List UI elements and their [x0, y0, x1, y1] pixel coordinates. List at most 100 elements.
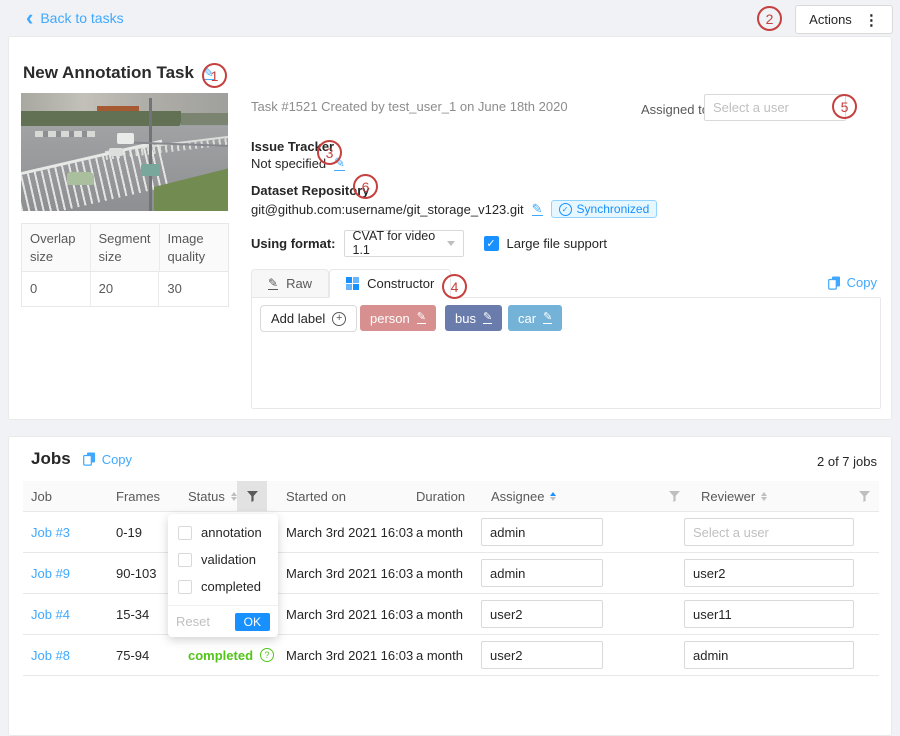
- more-vertical-icon: ⋮: [864, 11, 879, 29]
- assigned-to-label: Assigned to: [641, 102, 709, 117]
- label-chip-car[interactable]: car ✎: [508, 305, 562, 331]
- dataset-repository-row: git@github.com:username/git_storage_v123…: [251, 200, 657, 218]
- tab-constructor[interactable]: Constructor: [329, 269, 451, 298]
- reviewer-input[interactable]: [684, 518, 854, 546]
- chevron-left-icon: ‹: [26, 11, 33, 25]
- tab-constructor-label: Constructor: [367, 276, 434, 291]
- filter-option-validation[interactable]: validation: [168, 546, 278, 573]
- distant-cars: [35, 131, 95, 137]
- back-to-tasks-link[interactable]: ‹ Back to tasks: [26, 10, 124, 26]
- col-assignee[interactable]: Assignee: [491, 481, 556, 511]
- sort-status-icon[interactable]: [231, 492, 237, 501]
- tab-raw-label: Raw: [286, 276, 312, 291]
- actions-button[interactable]: Actions ⋮: [795, 5, 893, 34]
- copy-jobs-label: Copy: [102, 452, 132, 467]
- sort-assignee-icon[interactable]: [550, 492, 556, 501]
- assignee-filter-icon[interactable]: [659, 481, 689, 511]
- checkbox-validation[interactable]: [178, 553, 192, 567]
- duration-cell: a month: [416, 553, 463, 593]
- using-format-label: Using format:: [251, 236, 336, 251]
- filter-option-completed-label: completed: [201, 579, 261, 594]
- assigned-to-input[interactable]: [704, 94, 846, 121]
- format-row: Using format: CVAT for video 1.1 ✓ Large…: [251, 229, 607, 257]
- task-preview-image: [21, 93, 228, 211]
- col-status[interactable]: Status: [188, 481, 237, 511]
- jobs-heading: Jobs: [31, 449, 71, 469]
- plus-circle-icon: +: [332, 312, 346, 326]
- assignee-input[interactable]: [481, 600, 603, 628]
- edit-label-icon[interactable]: ✎: [417, 312, 426, 325]
- assignee-input[interactable]: [481, 518, 603, 546]
- pole: [149, 98, 152, 211]
- col-duration: Duration: [416, 481, 465, 511]
- copy-icon: [83, 452, 96, 466]
- param-value-segment: 20: [91, 272, 160, 306]
- assignee-input[interactable]: [481, 641, 603, 669]
- jobs-count: 2 of 7 jobs: [817, 454, 877, 469]
- col-started: Started on: [286, 481, 346, 511]
- copy-icon: [828, 276, 841, 290]
- copy-labels-button[interactable]: Copy: [828, 275, 877, 290]
- jobs-heading-row: Jobs Copy: [31, 449, 132, 469]
- label-bus-name: bus: [455, 311, 476, 326]
- label-person-name: person: [370, 311, 410, 326]
- edit-repository-icon[interactable]: ✎: [532, 202, 543, 217]
- sort-reviewer-icon[interactable]: [761, 492, 767, 501]
- checkbox-completed[interactable]: [178, 580, 192, 594]
- edit-label-icon[interactable]: ✎: [483, 312, 492, 325]
- copy-jobs-button[interactable]: Copy: [83, 452, 132, 467]
- large-file-checkbox[interactable]: ✓: [484, 236, 499, 251]
- duration-cell: a month: [416, 635, 463, 675]
- actions-label: Actions: [809, 12, 852, 27]
- job-row: Job #8 75-94 completed ? March 3rd 2021 …: [23, 635, 879, 676]
- started-cell: March 3rd 2021 16:03: [286, 512, 413, 552]
- status-filter-dropdown: annotation validation completed Reset OK: [168, 514, 278, 637]
- task-details-card: New Annotation Task ✎ Overlap size: [8, 36, 892, 420]
- job-link[interactable]: Job #4: [31, 594, 70, 634]
- tab-raw[interactable]: ✎ Raw: [251, 269, 329, 298]
- add-label-button[interactable]: Add label +: [260, 305, 357, 332]
- copy-labels-label: Copy: [847, 275, 877, 290]
- filter-ok-button[interactable]: OK: [235, 613, 270, 631]
- duration-cell: a month: [416, 594, 463, 634]
- filter-option-annotation[interactable]: annotation: [168, 519, 278, 546]
- reviewer-input[interactable]: [684, 600, 854, 628]
- format-select[interactable]: CVAT for video 1.1: [344, 230, 464, 257]
- started-cell: March 3rd 2021 16:03: [286, 553, 413, 593]
- param-header-overlap: Overlap size: [22, 224, 91, 271]
- job-row: Job #9 90-103 March 3rd 2021 16:03 a mon…: [23, 553, 879, 594]
- callout-1: 1: [202, 63, 227, 88]
- job-link[interactable]: Job #9: [31, 553, 70, 593]
- white-van: [117, 133, 134, 144]
- job-link[interactable]: Job #8: [31, 635, 70, 675]
- status-completed-text: completed: [188, 648, 253, 663]
- check-circle-icon: ✓: [559, 203, 572, 216]
- label-chip-bus[interactable]: bus ✎: [445, 305, 502, 331]
- callout-3: 3: [317, 140, 342, 165]
- label-constructor-panel: Add label + person ✎ bus ✎ car ✎: [251, 297, 881, 409]
- edit-label-icon[interactable]: ✎: [543, 312, 552, 325]
- large-file-label: Large file support: [507, 236, 607, 251]
- teal-van: [141, 164, 160, 176]
- filter-footer: Reset OK: [168, 605, 278, 637]
- green-car: [67, 172, 94, 185]
- jobs-table-header: Job Frames Status Started on Duration As…: [23, 481, 879, 512]
- reviewer-input[interactable]: [684, 559, 854, 587]
- reviewer-filter-icon[interactable]: [849, 481, 879, 511]
- col-frames: Frames: [116, 481, 160, 511]
- job-row: Job #4 15-34 March 3rd 2021 16:03 a mont…: [23, 594, 879, 635]
- callout-6: 6: [353, 174, 378, 199]
- reviewer-input[interactable]: [684, 641, 854, 669]
- labels-tabs: ✎ Raw Constructor: [251, 269, 451, 298]
- label-chip-person[interactable]: person ✎: [360, 305, 436, 331]
- job-link[interactable]: Job #3: [31, 512, 70, 552]
- filter-option-completed[interactable]: completed: [168, 573, 278, 600]
- chevron-down-icon: [447, 241, 455, 246]
- filter-reset-button[interactable]: Reset: [176, 614, 210, 629]
- frames-cell: 75-94: [116, 635, 149, 675]
- callout-2: 2: [757, 6, 782, 31]
- checkbox-annotation[interactable]: [178, 526, 192, 540]
- assignee-input[interactable]: [481, 559, 603, 587]
- col-reviewer[interactable]: Reviewer: [701, 481, 767, 511]
- status-filter-icon[interactable]: [237, 481, 267, 511]
